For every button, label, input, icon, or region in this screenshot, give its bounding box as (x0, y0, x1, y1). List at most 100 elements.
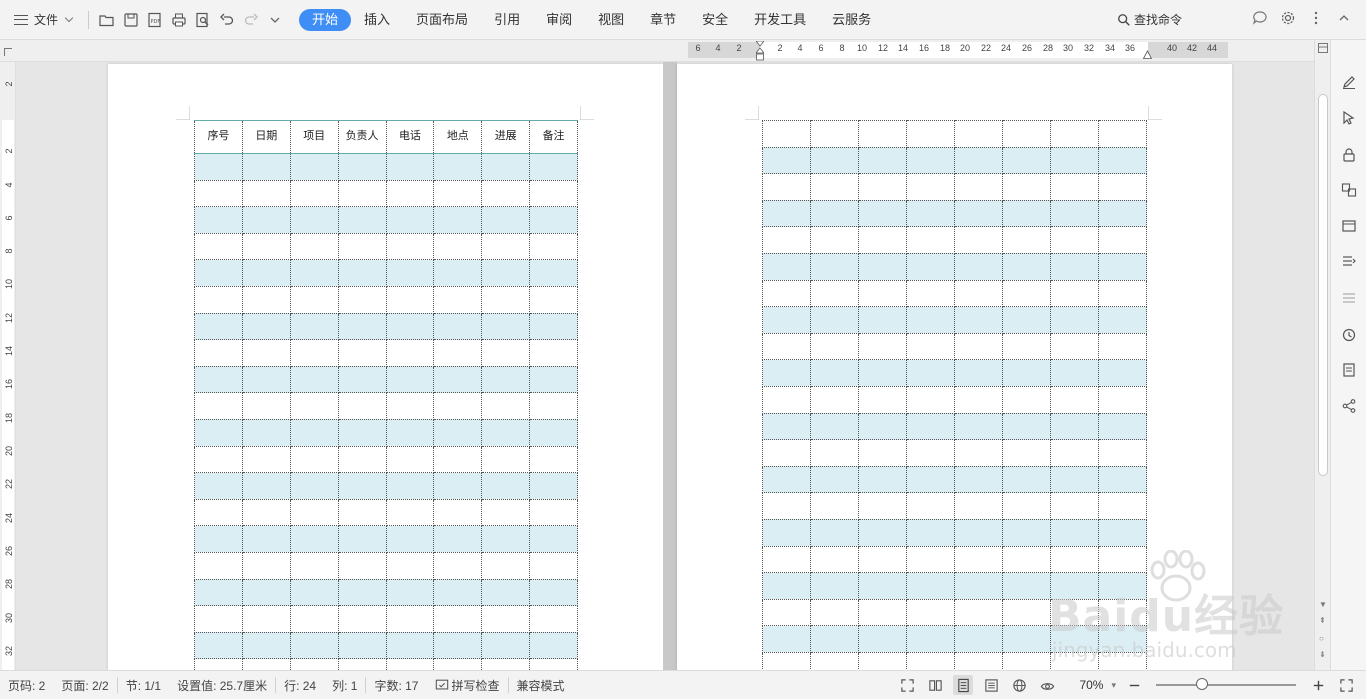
table-cell[interactable] (337, 339, 387, 367)
zoom-in-icon[interactable] (1308, 675, 1328, 695)
table-cell[interactable] (1050, 173, 1099, 201)
split-view-icon[interactable] (1318, 43, 1328, 53)
table-cell[interactable] (906, 226, 955, 254)
spell-check-button[interactable]: 拼写检查 (427, 677, 508, 694)
share-icon[interactable] (1339, 396, 1359, 416)
table-cell[interactable] (1098, 146, 1147, 175)
table-cell[interactable] (954, 146, 1003, 175)
header-date[interactable]: 日期 (241, 120, 291, 154)
table-cell[interactable] (241, 472, 291, 500)
table-cell[interactable] (481, 631, 531, 660)
table-cell[interactable] (433, 206, 483, 234)
table-cell[interactable] (529, 525, 578, 553)
table-cell[interactable] (1002, 226, 1051, 254)
table-cell[interactable] (241, 578, 291, 607)
table-cell[interactable] (385, 285, 435, 314)
table-cell[interactable] (762, 545, 811, 574)
table-cell[interactable] (289, 445, 339, 474)
status-page-number[interactable]: 页码: 2 (0, 677, 53, 694)
table-cell[interactable] (954, 332, 1003, 361)
table-cell[interactable] (385, 631, 435, 660)
table-cell[interactable] (1050, 439, 1099, 467)
table-cell[interactable] (385, 392, 435, 420)
table-cell[interactable] (433, 392, 483, 420)
table-cell[interactable] (906, 439, 955, 467)
table-cell[interactable] (529, 259, 578, 287)
table-cell[interactable] (810, 412, 859, 441)
table-cell[interactable] (762, 492, 811, 520)
table-cell[interactable] (337, 365, 387, 394)
table-cell[interactable] (337, 418, 387, 447)
table-cell[interactable] (194, 498, 243, 527)
status-section[interactable]: 节: 1/1 (118, 677, 169, 694)
table-cell[interactable] (1098, 385, 1147, 414)
table-cell[interactable] (481, 232, 531, 261)
table-cell[interactable] (241, 259, 291, 287)
table-cell[interactable] (1002, 439, 1051, 467)
table-cell[interactable] (1050, 518, 1099, 547)
print-icon[interactable] (167, 8, 191, 32)
table-cell[interactable] (954, 412, 1003, 441)
pdf-icon[interactable]: PDF (143, 8, 167, 32)
lock-icon[interactable] (1339, 145, 1359, 165)
table-cell[interactable] (762, 625, 811, 653)
table-cell[interactable] (481, 525, 531, 553)
table-cell[interactable] (810, 146, 859, 175)
table-cell[interactable] (810, 120, 859, 148)
table-cell[interactable] (1002, 279, 1051, 308)
table-cell[interactable] (385, 472, 435, 500)
table-cell[interactable] (529, 658, 578, 670)
tab-security[interactable]: 安全 (689, 9, 741, 31)
open-folder-icon[interactable] (95, 8, 119, 32)
table-cell[interactable] (762, 572, 811, 600)
table-cell[interactable] (1098, 492, 1147, 520)
data-table-page-1[interactable]: 序号 日期 项目 负责人 电话 地点 进展 备注 (194, 120, 578, 670)
tab-section[interactable]: 章节 (637, 9, 689, 31)
table-cell[interactable] (529, 206, 578, 234)
table-cell[interactable] (481, 339, 531, 367)
table-cell[interactable] (954, 518, 1003, 547)
table-cell[interactable] (385, 339, 435, 367)
table-cell[interactable] (241, 206, 291, 234)
next-page-icon[interactable]: ⇟ (1319, 650, 1326, 659)
table-cell[interactable] (241, 232, 291, 261)
right-indent-marker[interactable] (1142, 48, 1153, 59)
tab-developer[interactable]: 开发工具 (741, 9, 819, 31)
table-cell[interactable] (1098, 199, 1147, 228)
table-cell[interactable] (906, 465, 955, 494)
table-cell[interactable] (1050, 199, 1099, 228)
table-cell[interactable] (433, 658, 483, 670)
table-cell[interactable] (906, 306, 955, 334)
table-cell[interactable] (1050, 306, 1099, 334)
table-cell[interactable] (810, 545, 859, 574)
tab-page-layout[interactable]: 页面布局 (403, 9, 481, 31)
table-cell[interactable] (906, 545, 955, 574)
header-project[interactable]: 项目 (289, 120, 339, 154)
table-cell[interactable] (762, 518, 811, 547)
table-cell[interactable] (241, 365, 291, 394)
table-cell[interactable] (1098, 359, 1147, 387)
table-cell[interactable] (289, 392, 339, 420)
table-cell[interactable] (906, 651, 955, 670)
table-cell[interactable] (433, 525, 483, 553)
status-page-count[interactable]: 页面: 2/2 (53, 677, 116, 694)
table-cell[interactable] (762, 279, 811, 308)
table-cell[interactable] (858, 651, 907, 670)
table-cell[interactable] (906, 359, 955, 387)
table-cell[interactable] (954, 651, 1003, 670)
table-cell[interactable] (810, 306, 859, 334)
select-cursor-icon[interactable] (1339, 108, 1359, 128)
table-cell[interactable] (433, 631, 483, 660)
table-cell[interactable] (858, 545, 907, 574)
table-cell[interactable] (241, 312, 291, 341)
table-cell[interactable] (954, 439, 1003, 467)
outline-view-icon[interactable] (981, 675, 1001, 695)
history-icon[interactable] (1339, 325, 1359, 345)
table-cell[interactable] (481, 392, 531, 420)
table-cell[interactable] (954, 598, 1003, 627)
table-cell[interactable] (481, 658, 531, 670)
table-cell[interactable] (385, 312, 435, 341)
table-cell[interactable] (289, 498, 339, 527)
browse-object-icon[interactable]: ○ (1319, 634, 1324, 643)
table-cell[interactable] (1050, 598, 1099, 627)
